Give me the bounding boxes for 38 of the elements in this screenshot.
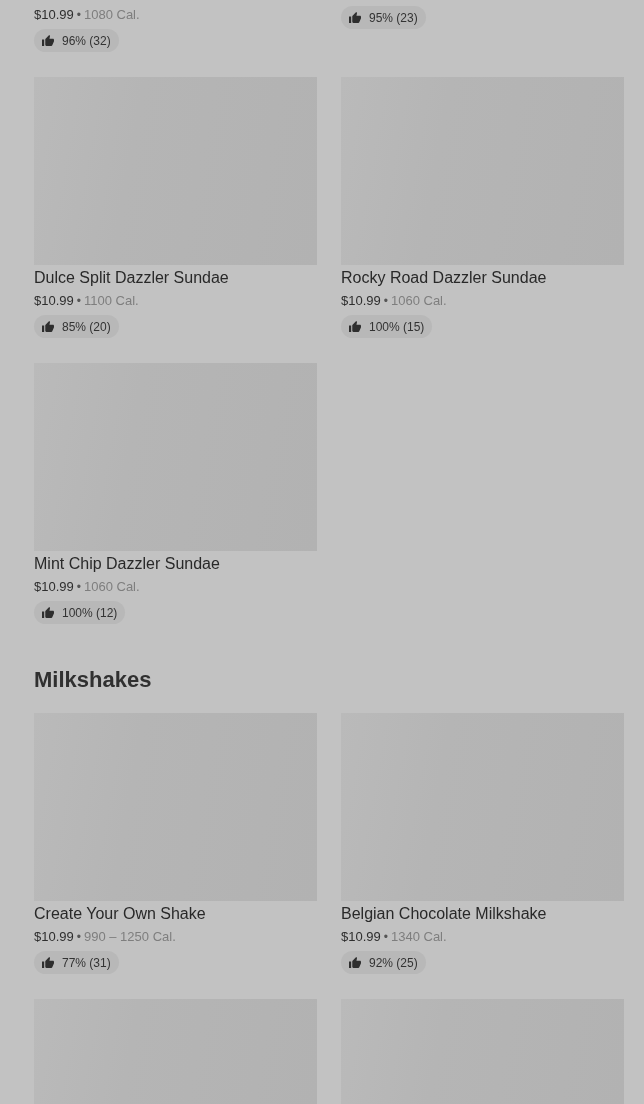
calorie-count: 990 – 1250 Cal. <box>83 928 176 946</box>
item-price: $10.99 <box>34 578 74 596</box>
item-price: $10.99 <box>341 928 381 946</box>
separator-dot: • <box>383 293 388 310</box>
separator-dot: • <box>76 7 81 24</box>
rating-text: 96% (32) <box>62 32 111 49</box>
item-price: $10.99 <box>34 292 74 310</box>
calorie-count: 1080 Cal. <box>83 6 140 24</box>
item-name[interactable]: Belgian Chocolate Milkshake <box>341 904 547 924</box>
calorie-count: 1100 Cal. <box>83 292 139 310</box>
item-name[interactable]: Mint Chip Dazzler Sundae <box>34 554 220 574</box>
item-price: $10.99 <box>34 928 74 946</box>
item-name[interactable]: Dulce Split Dazzler Sundae <box>34 268 229 288</box>
rating-text: 85% (20) <box>62 318 111 335</box>
thumbs-up-icon <box>42 607 54 618</box>
rating-text: 100% (15) <box>369 318 425 335</box>
separator-dot: • <box>76 579 81 596</box>
item-price: $10.99 <box>341 292 381 310</box>
rating-text: 92% (25) <box>369 954 418 971</box>
calorie-count: 1060 Cal. <box>83 578 140 596</box>
separator-dot: • <box>76 293 81 310</box>
item-name[interactable]: Create Your Own Shake <box>34 904 206 924</box>
calorie-count: 1340 Cal. <box>390 928 447 946</box>
thumbs-up-icon <box>42 321 54 332</box>
rating-text: 100% (12) <box>62 604 118 621</box>
separator-dot: • <box>76 929 81 946</box>
rating-text: 95% (23) <box>369 9 418 26</box>
thumbs-up-icon <box>42 35 54 46</box>
thumbs-up-icon <box>349 957 361 968</box>
thumbs-up-icon <box>349 12 361 23</box>
item-name[interactable]: Rocky Road Dazzler Sundae <box>341 268 547 288</box>
thumbs-up-icon <box>42 957 54 968</box>
separator-dot: • <box>383 929 388 946</box>
calorie-count: 1060 Cal. <box>390 292 447 310</box>
rating-text: 77% (31) <box>62 954 111 971</box>
item-price: $10.99 <box>34 6 74 24</box>
section-heading: Milkshakes <box>34 666 152 694</box>
thumbs-up-icon <box>349 321 361 332</box>
